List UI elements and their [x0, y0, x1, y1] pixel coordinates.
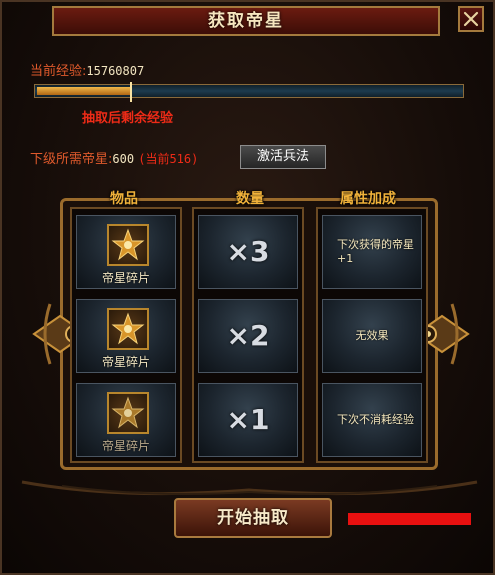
quantity-cell: ×2	[198, 299, 298, 373]
bonus-text: 无效果	[355, 329, 389, 342]
quantity-value: ×3	[226, 235, 270, 268]
item-column: 帝星碎片 帝星碎片 帝星碎片	[70, 207, 182, 463]
activate-tactics-button[interactable]: 激活兵法	[240, 145, 326, 169]
bonus-text: 下次获得的帝星+1	[337, 238, 414, 265]
quantity-cell: ×1	[198, 383, 298, 457]
bonus-text: 下次不消耗经验	[337, 413, 414, 426]
item-name: 帝星碎片	[101, 355, 150, 369]
item-cell[interactable]: 帝星碎片	[76, 383, 176, 457]
item-cell[interactable]: 帝星碎片	[76, 299, 176, 373]
get-emperor-star-window: 获取帝星 当前经验:15760807 抽取后剩余经验 下级所需帝星:600 (当…	[0, 0, 495, 575]
requirement-value: 600	[112, 152, 135, 166]
exp-progress-fill	[37, 87, 131, 95]
title-bar: 获取帝星	[52, 6, 440, 36]
star-shard-icon	[107, 224, 149, 266]
item-column-header: 物品	[110, 191, 138, 207]
start-draw-button[interactable]: 开始抽取	[174, 498, 332, 538]
quantity-cell: ×3	[198, 215, 298, 289]
window-title: 获取帝星	[208, 11, 284, 31]
bonus-cell: 下次获得的帝星+1	[322, 215, 422, 289]
remaining-exp-label: 抽取后剩余经验	[82, 111, 174, 126]
status-bar	[348, 513, 471, 525]
item-name: 帝星碎片	[101, 439, 150, 453]
bonus-cell: 无效果	[322, 299, 422, 373]
bonus-column: 下次获得的帝星+1 无效果 下次不消耗经验	[316, 207, 428, 463]
remaining-exp-marker	[130, 82, 132, 102]
quantity-value: ×1	[226, 403, 270, 436]
close-button[interactable]	[458, 6, 484, 32]
exp-progress-bar	[34, 84, 464, 98]
current-exp-label: 当前经验:	[30, 64, 87, 79]
item-name: 帝星碎片	[101, 271, 150, 285]
bonus-cell: 下次不消耗经验	[322, 383, 422, 457]
item-cell[interactable]: 帝星碎片	[76, 215, 176, 289]
requirement-label: 下级所需帝星:	[30, 152, 113, 167]
star-shard-icon	[107, 392, 149, 434]
requirement-current: (当前516)	[138, 152, 199, 166]
current-exp-row: 当前经验:15760807	[30, 60, 144, 79]
quantity-column: ×3 ×2 ×1	[192, 207, 304, 463]
quantity-value: ×2	[226, 319, 270, 352]
next-level-requirement: 下级所需帝星:600 (当前516)	[30, 148, 198, 167]
current-exp-value: 15760807	[86, 64, 145, 78]
quantity-column-header: 数量	[236, 191, 264, 207]
close-icon	[463, 11, 479, 27]
star-shard-icon	[107, 308, 149, 350]
bonus-column-header: 属性加成	[340, 191, 396, 207]
